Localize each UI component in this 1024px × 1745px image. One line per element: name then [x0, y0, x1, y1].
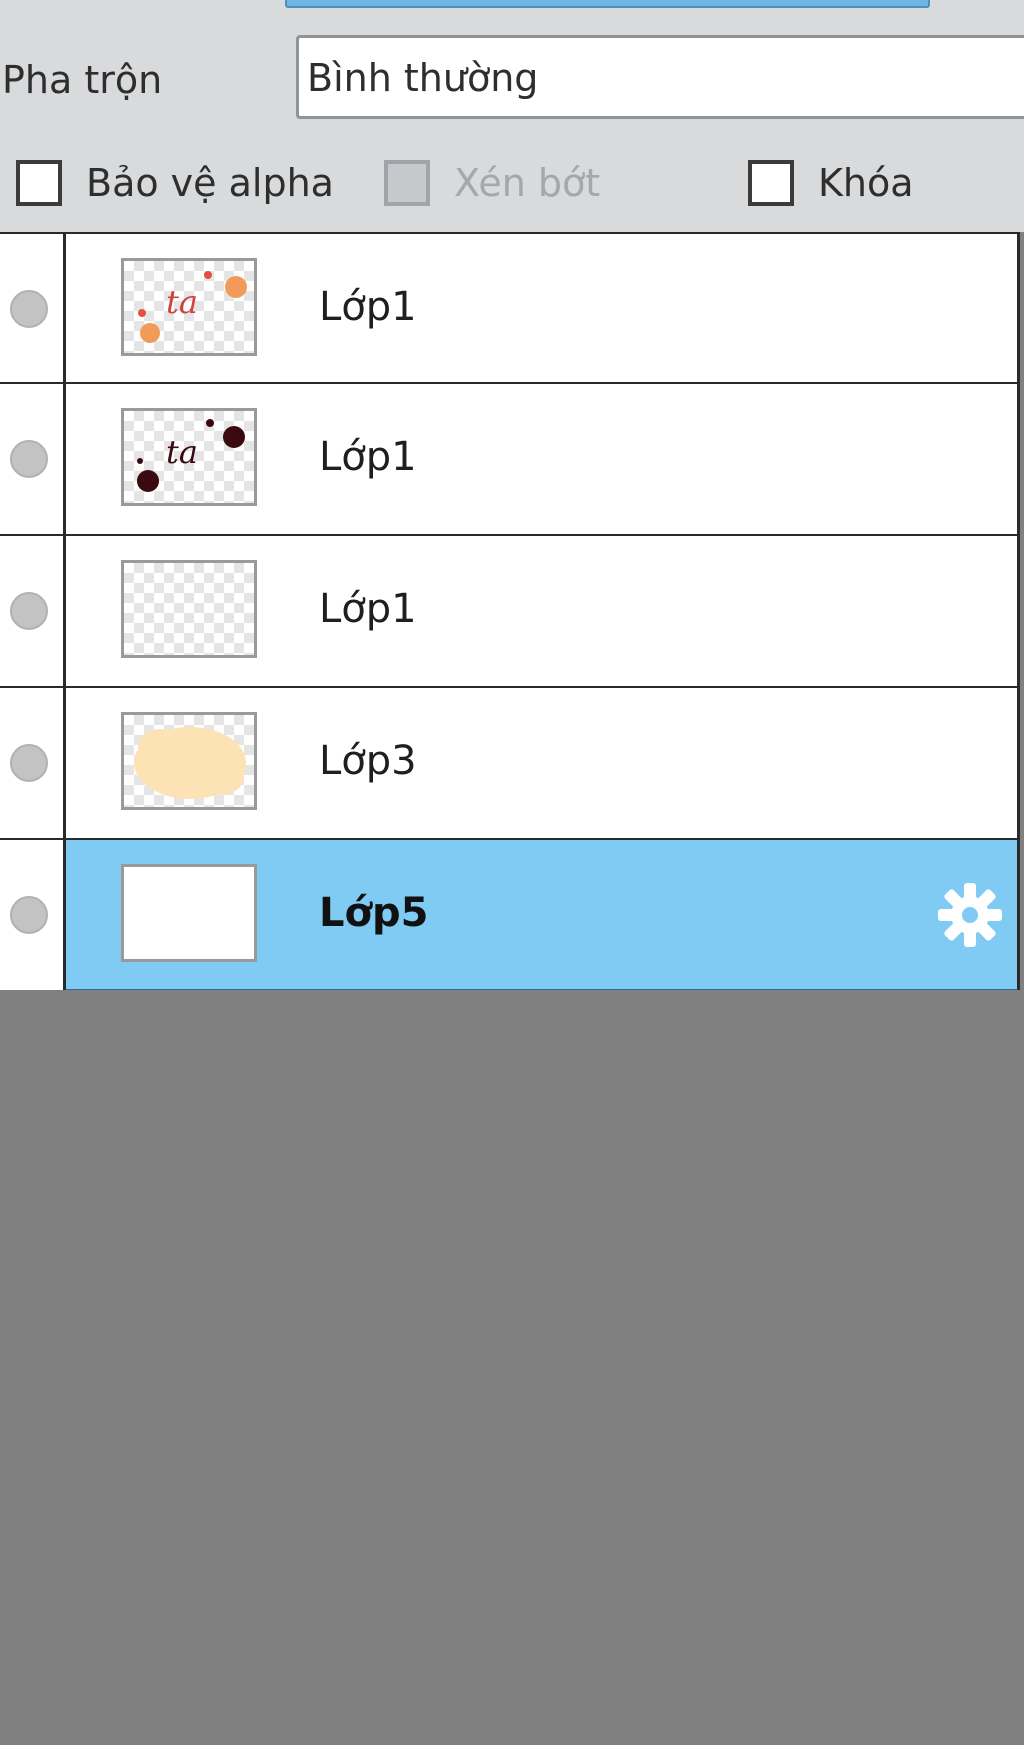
svg-text:ta: ta [166, 283, 198, 321]
clip-checkbox [384, 160, 430, 206]
visibility-toggle-icon[interactable] [10, 744, 48, 782]
visibility-column [0, 536, 65, 688]
visibility-toggle-icon[interactable] [10, 440, 48, 478]
lock-checkbox[interactable] [748, 160, 794, 206]
empty-layer-area [0, 990, 1024, 1745]
visibility-toggle-icon[interactable] [10, 592, 48, 630]
lock-option[interactable]: Khóa [748, 158, 914, 208]
layer-row[interactable]: ta Lớp1 [0, 384, 1024, 536]
alpha-protect-option[interactable]: Bảo vệ alpha [16, 158, 334, 208]
blend-mode-label: Pha trộn [2, 58, 163, 102]
layer-properties-panel: Pha trộn Bình thường Bảo vệ alpha Xén bớ… [0, 0, 1024, 232]
peach-blob-icon [121, 712, 257, 810]
layer-item[interactable]: Lớp1 [63, 536, 1020, 688]
visibility-column [0, 384, 65, 536]
orange-splash-art-icon: ta [121, 258, 257, 356]
visibility-toggle-icon[interactable] [10, 896, 48, 934]
visibility-column [0, 688, 65, 840]
layer-name: Lớp1 [319, 586, 417, 632]
alpha-protect-label: Bảo vệ alpha [86, 161, 334, 205]
layer-row[interactable]: Lớp1 [0, 536, 1024, 688]
blend-mode-select[interactable]: Bình thường [296, 35, 1024, 119]
layer-item[interactable]: Lớp5 [63, 840, 1020, 992]
lock-label: Khóa [818, 161, 914, 205]
layer-item[interactable]: ta Lớp1 [63, 232, 1020, 384]
dark-splash-art-icon: ta [121, 408, 257, 506]
clip-option: Xén bớt [384, 158, 600, 208]
layer-name: Lớp3 [319, 738, 417, 784]
alpha-protect-checkbox[interactable] [16, 160, 62, 206]
white-fill-icon [121, 864, 257, 962]
layer-row[interactable]: Lớp3 [0, 688, 1024, 840]
visibility-toggle-icon[interactable] [10, 290, 48, 328]
layer-name: Lớp1 [319, 284, 417, 330]
layer-list: ta Lớp1 ta Lớp1 Lớp1 Lớp3 Lớp5 [0, 232, 1024, 992]
empty-transparent-icon [121, 560, 257, 658]
layer-item[interactable]: ta Lớp1 [63, 384, 1020, 536]
layer-name: Lớp1 [319, 434, 417, 480]
opacity-slider[interactable] [285, 0, 930, 8]
layer-name: Lớp5 [319, 890, 429, 936]
svg-text:ta: ta [166, 433, 198, 471]
visibility-column [0, 232, 65, 384]
gear-icon[interactable] [935, 880, 1005, 950]
layer-row[interactable]: Lớp5 [0, 840, 1024, 992]
clip-label: Xén bớt [454, 161, 601, 205]
layer-row[interactable]: ta Lớp1 [0, 232, 1024, 384]
visibility-column [0, 840, 65, 992]
layer-item[interactable]: Lớp3 [63, 688, 1020, 840]
